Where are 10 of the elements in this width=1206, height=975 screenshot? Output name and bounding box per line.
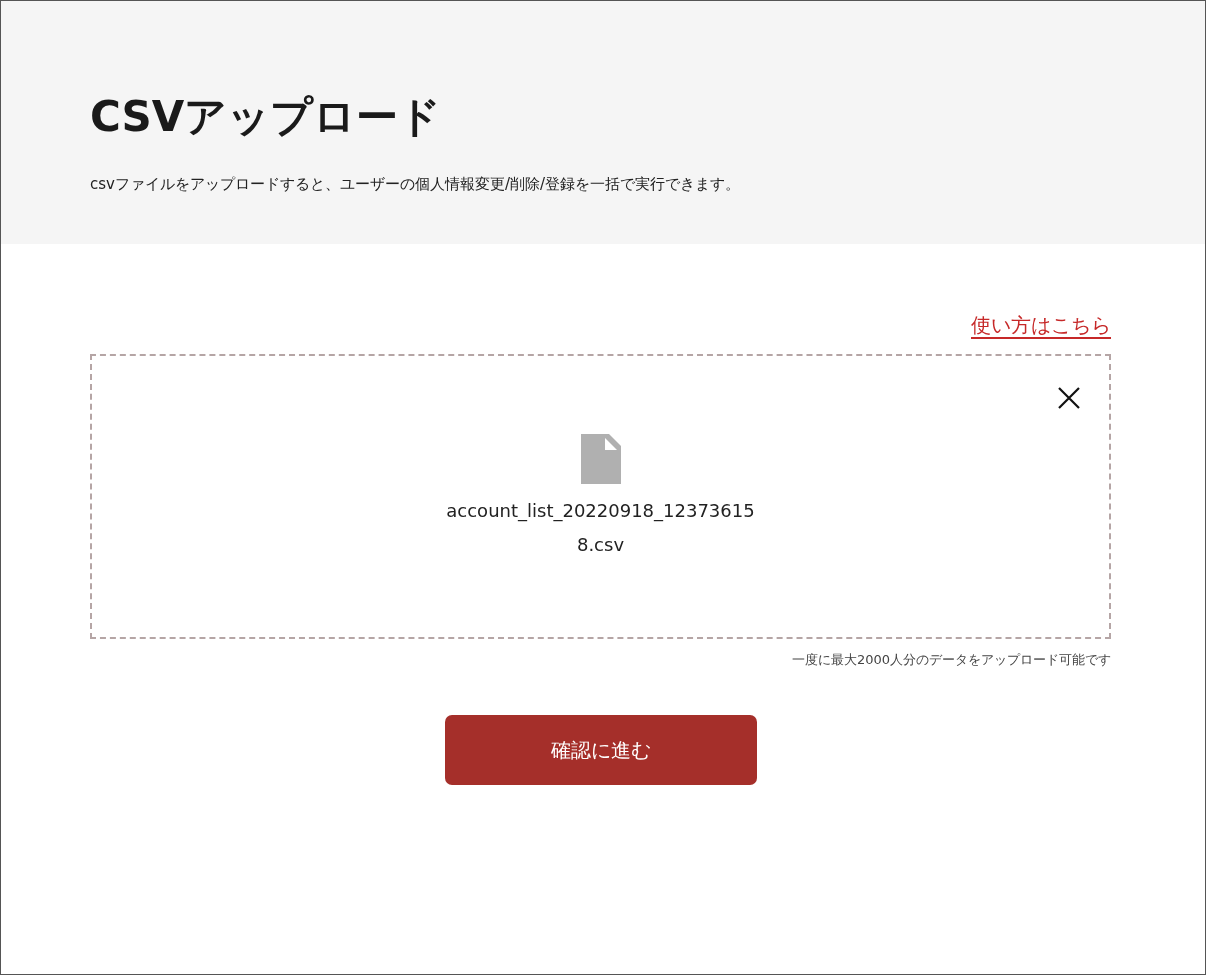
page-description: csvファイルをアップロードすると、ユーザーの個人情報変更/削除/登録を一括で実行できます。 [90,174,742,195]
help-link[interactable]: 使い方はこちら [971,310,1111,340]
confirm-button[interactable]: 確認に進む [444,715,757,785]
file-dropzone[interactable]: account_list_20220918_12373615 8.csv [90,354,1111,639]
close-icon[interactable] [1057,386,1081,410]
file-icon [580,434,621,484]
page-title: CSVアップロード [90,91,443,143]
file-name: account_list_20220918_12373615 [446,499,755,524]
file-name: 8.csv [576,533,625,557]
upload-limit-note: 一度に最大2000人分のデータをアップロード可能です [791,651,1111,669]
